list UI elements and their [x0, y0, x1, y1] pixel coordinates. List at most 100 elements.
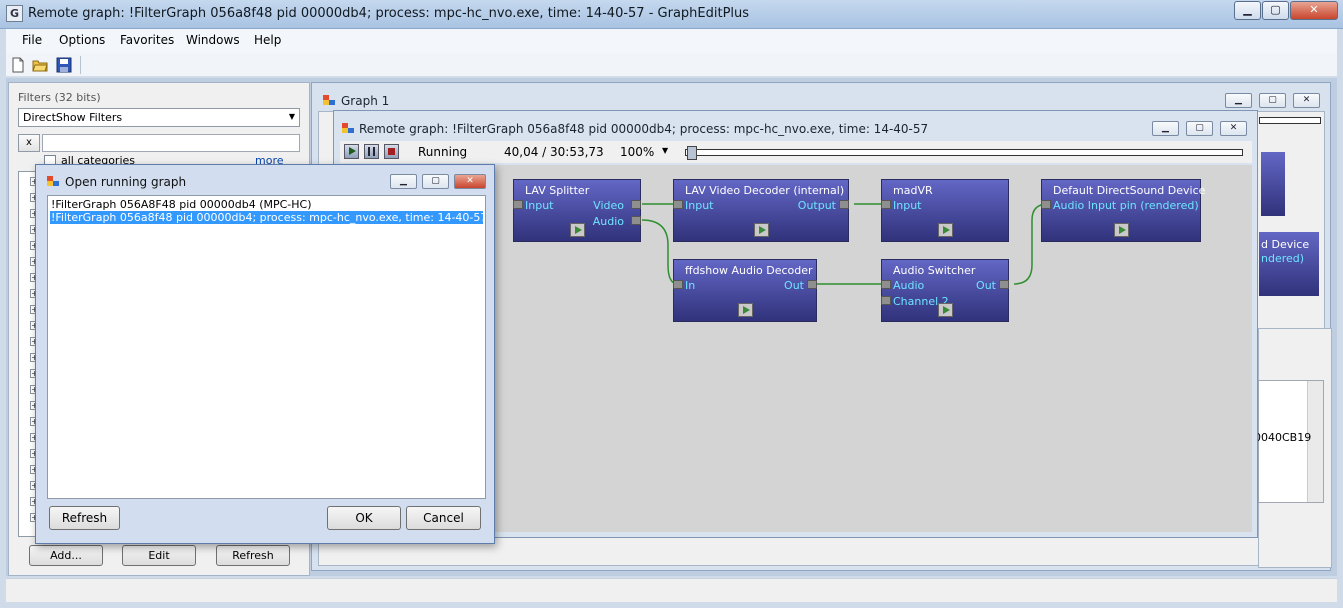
pin-input[interactable]: Input [525, 199, 553, 212]
play-icon [349, 147, 356, 155]
clear-search-button[interactable]: x [18, 134, 40, 152]
graph-window-icon [342, 123, 354, 133]
filter-name: madVR [893, 184, 933, 197]
menu-file[interactable]: File [22, 33, 42, 47]
remote-close-button[interactable]: ✕ [1220, 121, 1247, 136]
remote-graph-title: Remote graph: !FilterGraph 056a8f48 pid … [359, 122, 929, 136]
pin-handle[interactable] [881, 296, 891, 305]
edit-filter-button[interactable]: Edit [122, 545, 196, 566]
play-button[interactable] [344, 144, 359, 159]
stop-icon [388, 148, 395, 155]
graph1-filter-fragment[interactable]: d Device ndered) [1259, 232, 1319, 296]
menu-windows[interactable]: Windows [186, 33, 240, 47]
pin-output[interactable]: Out [976, 279, 996, 292]
filter-properties-icon[interactable] [754, 223, 769, 237]
filter-properties-icon[interactable] [938, 223, 953, 237]
graph1-filter-fragment[interactable] [1261, 152, 1285, 216]
pin-handle[interactable] [1041, 200, 1051, 209]
remote-maximize-button[interactable]: ▢ [1186, 121, 1213, 136]
dialog-minimize-button[interactable]: ▁ [390, 174, 417, 189]
pin-input[interactable]: Input [893, 199, 921, 212]
remote-minimize-button[interactable]: ▁ [1152, 121, 1179, 136]
pin-handle[interactable] [631, 216, 641, 225]
graph1-maximize-button[interactable]: ▢ [1259, 93, 1286, 108]
filter-category-select[interactable]: DirectShow Filters ▼ [18, 108, 300, 127]
pin-video[interactable]: Video [593, 199, 624, 212]
zoom-chevron-down-icon[interactable]: ▼ [662, 146, 668, 155]
pin-handle[interactable] [673, 200, 683, 209]
menu-options[interactable]: Options [59, 33, 105, 47]
pin-handle[interactable] [807, 280, 817, 289]
graph-window-icon [323, 95, 335, 105]
menu-help[interactable]: Help [254, 33, 281, 47]
pause-button[interactable] [364, 144, 379, 159]
filter-audio-switcher[interactable]: Audio Switcher Audio Channel 2 Out [881, 259, 1009, 322]
window-title: Remote graph: !FilterGraph 056a8f48 pid … [28, 6, 750, 21]
pin-input[interactable]: In [685, 279, 695, 292]
pin-handle[interactable] [513, 200, 523, 209]
pin-input[interactable]: Audio Input pin (rendered) [1053, 199, 1199, 212]
open-running-graph-dialog: Open running graph ▁ ▢ ✕ !FilterGraph 05… [35, 164, 495, 544]
pin-audio[interactable]: Audio [893, 279, 924, 292]
save-icon[interactable] [56, 57, 72, 73]
seek-bar[interactable] [685, 146, 1243, 160]
running-graphs-list[interactable]: !FilterGraph 056A8F48 pid 00000db4 (MPC-… [47, 195, 486, 499]
menu-bar: File Options Favorites Windows Help [6, 29, 1337, 53]
filter-category-value: DirectShow Filters [23, 111, 123, 124]
open-folder-icon[interactable] [32, 57, 48, 73]
seek-thumb[interactable] [687, 146, 697, 160]
list-item-selected[interactable]: !FilterGraph 056a8f48 pid 00000db4; proc… [50, 211, 483, 224]
pin-handle[interactable] [999, 280, 1009, 289]
filter-search-input[interactable] [42, 134, 300, 152]
pin-output[interactable]: Output [798, 199, 836, 212]
filter-properties-icon[interactable] [938, 303, 953, 317]
ok-button[interactable]: OK [327, 506, 401, 530]
menu-favorites[interactable]: Favorites [120, 33, 174, 47]
filter-properties-icon[interactable] [570, 223, 585, 237]
graph1-seek-bar[interactable] [1259, 117, 1321, 124]
pin-audio[interactable]: Audio [593, 215, 624, 228]
toolbar [6, 53, 1337, 77]
pin-handle[interactable] [673, 280, 683, 289]
hex-fragment-text: 0040CB19 [1254, 431, 1312, 444]
graph1-close-button[interactable]: ✕ [1293, 93, 1320, 108]
graph1-minimize-button[interactable]: ▁ [1225, 93, 1252, 108]
pin-input[interactable]: Input [685, 199, 713, 212]
title-bar: G Remote graph: !FilterGraph 056a8f48 pi… [0, 0, 1343, 29]
refresh-filters-button[interactable]: Refresh [216, 545, 290, 566]
filter-ffdshow-audio-decoder[interactable]: ffdshow Audio Decoder In Out [673, 259, 817, 322]
dialog-close-button[interactable]: ✕ [454, 174, 486, 189]
filter-lav-splitter[interactable]: LAV Splitter Input Video Audio [513, 179, 641, 242]
playback-time: 40,04 / 30:53,73 [504, 145, 604, 159]
pin-handle[interactable] [839, 200, 849, 209]
pin-handle[interactable] [631, 200, 641, 209]
add-filter-button[interactable]: Add... [29, 545, 103, 566]
minimize-button[interactable]: ▁ [1234, 1, 1261, 20]
new-file-icon[interactable] [10, 57, 26, 73]
dialog-refresh-button[interactable]: Refresh [49, 506, 120, 530]
pin-handle[interactable] [881, 280, 891, 289]
filter-madvr[interactable]: madVR Input [881, 179, 1009, 242]
dialog-maximize-button[interactable]: ▢ [422, 174, 449, 189]
filter-name: LAV Video Decoder (internal) [685, 184, 845, 197]
filter-name: LAV Splitter [525, 184, 590, 197]
pin-output[interactable]: Out [784, 279, 804, 292]
filters-label: Filters (32 bits) [18, 91, 101, 104]
stop-button[interactable] [384, 144, 399, 159]
pin-handle[interactable] [881, 200, 891, 209]
close-button[interactable]: ✕ [1290, 1, 1338, 20]
cancel-button[interactable]: Cancel [406, 506, 481, 530]
playback-status: Running [418, 145, 468, 159]
filter-properties-icon[interactable] [1114, 223, 1129, 237]
graph1-title: Graph 1 [341, 94, 390, 108]
filter-name: Default DirectSound Device [1053, 184, 1206, 197]
filter-lav-video-decoder[interactable]: LAV Video Decoder (internal) Input Outpu… [673, 179, 849, 242]
app-icon: G [6, 5, 23, 22]
filter-default-directsound[interactable]: Default DirectSound Device Audio Input p… [1041, 179, 1205, 242]
filter-name: ffdshow Audio Decoder [685, 264, 813, 277]
maximize-button[interactable]: ▢ [1262, 1, 1289, 20]
toolbar-separator [80, 56, 81, 74]
zoom-value[interactable]: 100% [620, 145, 654, 159]
list-item[interactable]: !FilterGraph 056A8F48 pid 00000db4 (MPC-… [50, 198, 483, 211]
filter-properties-icon[interactable] [738, 303, 753, 317]
